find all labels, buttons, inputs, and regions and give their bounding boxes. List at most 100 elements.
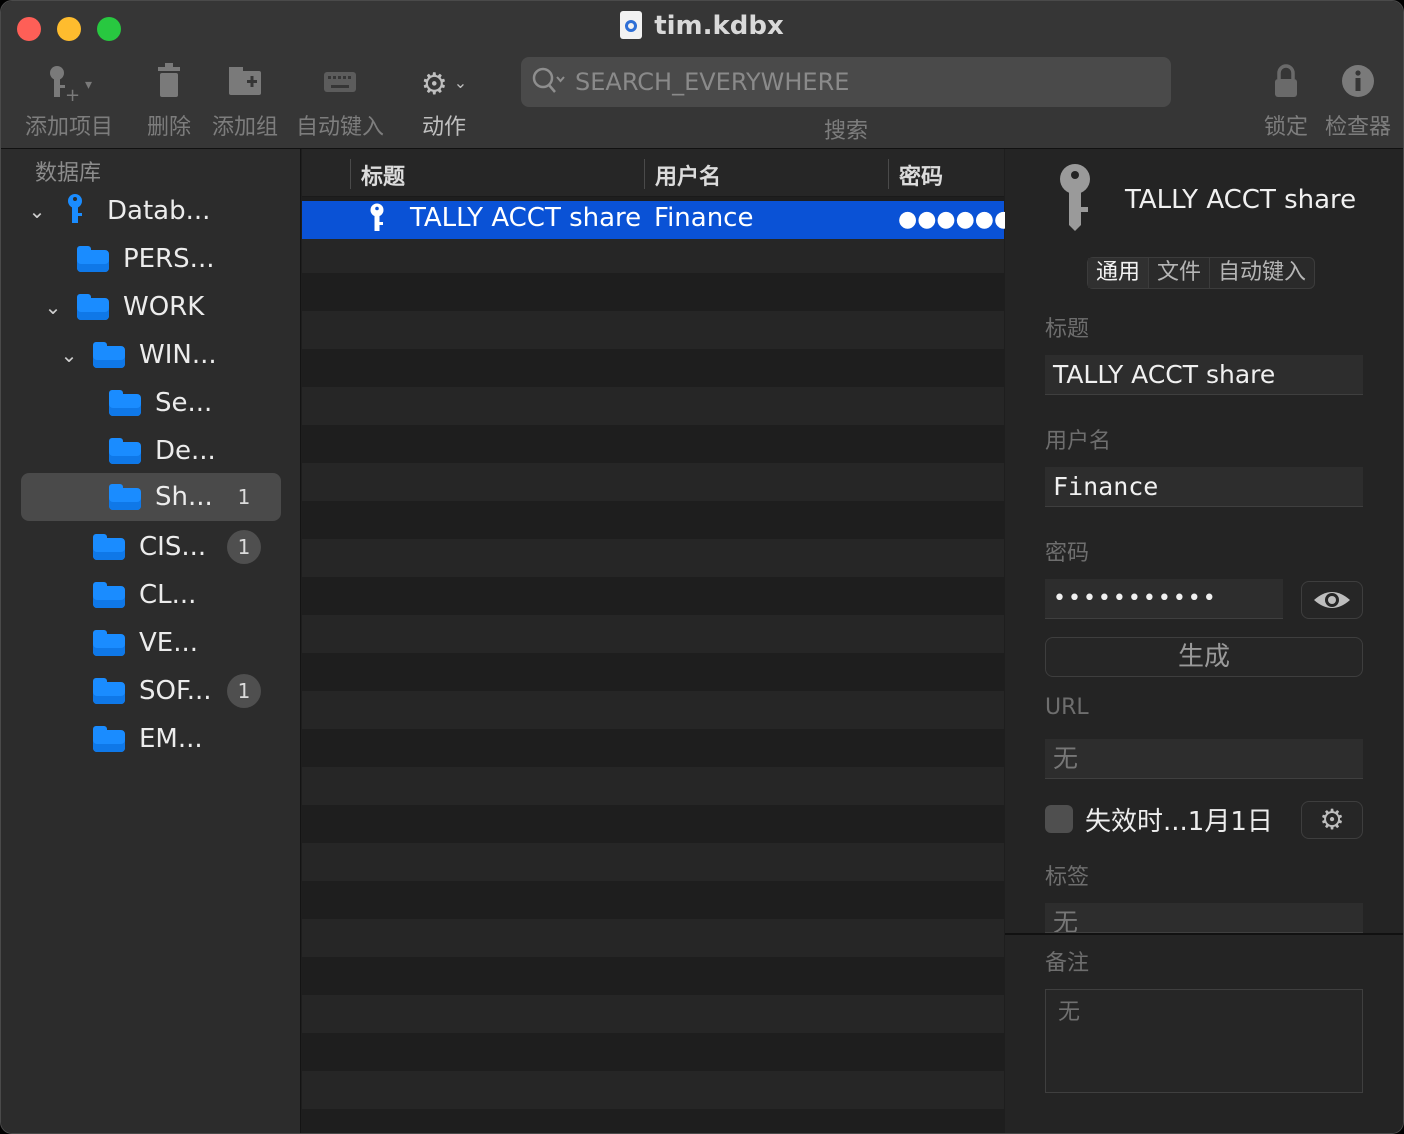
expiry-settings-button[interactable]: ⚙	[1301, 801, 1363, 839]
sidebar-group-se[interactable]: Se...	[21, 379, 281, 427]
database-key-icon	[65, 193, 85, 234]
add-entry-button[interactable]: + ▾ 添加项目	[23, 63, 115, 141]
sidebar-group-sh[interactable]: Sh... 1	[21, 473, 281, 521]
delete-button[interactable]: 删除	[141, 63, 197, 141]
app-window: tim.kdbx + ▾ 添加项目 删除 添加组 自动键入 ⚙ ⌄ 动作 SEA…	[0, 0, 1404, 1134]
group-label: VE...	[139, 628, 199, 658]
lock-button[interactable]: 锁定	[1263, 63, 1309, 141]
add-folder-icon	[209, 63, 281, 103]
gear-icon: ⚙ ⌄	[420, 67, 468, 102]
username-field[interactable]: Finance	[1045, 467, 1363, 507]
folder-icon	[109, 484, 141, 510]
chevron-down-icon[interactable]: ⌄	[25, 199, 49, 223]
group-label: CIS...	[139, 532, 207, 562]
keyboard-icon	[293, 63, 387, 103]
table-row[interactable]: TALLY ACCT share Finance ●●●●●●●	[302, 201, 1032, 242]
svg-text:+: +	[65, 85, 80, 103]
sidebar-header: 数据库	[35, 161, 102, 186]
autotype-button[interactable]: 自动键入	[293, 63, 387, 141]
search-input[interactable]	[575, 66, 1155, 98]
info-icon	[1323, 63, 1393, 103]
folder-icon	[93, 534, 125, 560]
svg-text:▾: ▾	[85, 77, 92, 93]
password-field-label: 密码	[1045, 541, 1090, 566]
sidebar-group-ve[interactable]: VE...	[21, 619, 281, 667]
group-label: SOF...	[139, 676, 212, 706]
sidebar-group-em[interactable]: EM...	[21, 715, 281, 763]
entry-title-heading: TALLY ACCT share	[1125, 185, 1357, 215]
inspector-panel: TALLY ACCT share 通用 文件 自动键入 标题 TALLY ACC…	[1005, 149, 1403, 1133]
folder-icon	[93, 726, 125, 752]
sidebar-group-de[interactable]: De...	[21, 427, 281, 475]
database-label: Datab...	[107, 196, 211, 226]
group-label: WIN...	[139, 340, 217, 370]
reveal-password-button[interactable]	[1301, 581, 1363, 619]
column-header-password[interactable]: 密码	[888, 159, 1004, 190]
lock-label: 锁定	[1263, 115, 1308, 140]
gear-icon: ⚙	[1319, 803, 1345, 836]
folder-icon	[93, 678, 125, 704]
database-root[interactable]: ⌄ Datab...	[21, 187, 281, 235]
entry-list: 标题 用户名 密码 TALLY ACCT share Finance ●●●●●…	[302, 149, 1032, 1133]
group-label: Sh...	[155, 482, 213, 512]
sidebar-group-win[interactable]: ⌄ WIN...	[21, 331, 281, 379]
search-field[interactable]	[521, 57, 1171, 107]
add-key-icon: + ▾	[23, 63, 115, 106]
entry-username-cell: Finance	[654, 203, 754, 233]
generate-password-button[interactable]: 生成	[1045, 637, 1363, 677]
list-header: 标题 用户名 密码	[302, 149, 1004, 197]
sidebar-group-pers[interactable]: PERS...	[21, 235, 281, 283]
document-icon	[620, 11, 643, 39]
sidebar-group-work[interactable]: ⌄ WORK	[21, 283, 281, 331]
autotype-label: 自动键入	[295, 115, 384, 140]
sidebar-group-cis[interactable]: CIS... 1	[21, 523, 281, 571]
list-background	[302, 197, 1004, 1133]
inspector-label: 检查器	[1324, 115, 1391, 140]
folder-icon	[77, 246, 109, 272]
password-field[interactable]: •••••••••••	[1045, 579, 1283, 619]
trash-icon	[141, 63, 197, 103]
search-label: 搜索	[823, 119, 868, 144]
username-field-label: 用户名	[1045, 429, 1112, 454]
group-label: WORK	[123, 292, 205, 322]
lock-icon	[1263, 63, 1309, 103]
eye-icon	[1312, 592, 1352, 622]
tab-general[interactable]: 通用	[1088, 258, 1150, 288]
title-field-label: 标题	[1045, 317, 1090, 342]
add-group-button[interactable]: 添加组	[209, 63, 281, 141]
tab-autotype[interactable]: 自动键入	[1210, 258, 1314, 288]
group-label: CL...	[139, 580, 197, 610]
chevron-down-icon: ⌄	[453, 73, 468, 92]
tags-field[interactable]: 无	[1045, 903, 1363, 933]
sidebar-group-cl[interactable]: CL...	[21, 571, 281, 619]
entry-count-badge: 1	[237, 485, 251, 509]
window-title-text: tim.kdbx	[654, 11, 784, 41]
inspector-toggle-button[interactable]: 检查器	[1323, 63, 1393, 141]
title-field[interactable]: TALLY ACCT share	[1045, 355, 1363, 395]
chevron-down-icon[interactable]: ⌄	[57, 343, 81, 367]
group-label: De...	[155, 436, 216, 466]
tags-field-label: 标签	[1045, 865, 1090, 890]
toolbar: tim.kdbx + ▾ 添加项目 删除 添加组 自动键入 ⚙ ⌄ 动作 SEA…	[1, 1, 1403, 149]
expiry-checkbox[interactable]	[1045, 805, 1073, 833]
notes-field[interactable]: 无	[1045, 989, 1363, 1093]
chevron-down-icon[interactable]: ⌄	[41, 295, 65, 319]
group-label: EM...	[139, 724, 203, 754]
sidebar-group-sof[interactable]: SOF... 1	[21, 667, 281, 715]
delete-label: 删除	[146, 115, 191, 140]
search-icon	[531, 65, 567, 103]
column-header-title[interactable]: 标题	[350, 159, 644, 190]
add-group-label: 添加组	[211, 115, 278, 140]
window-title: tim.kdbx	[1, 11, 1403, 41]
expiry-label: 失效时...1月1日	[1085, 807, 1273, 837]
panel-divider	[1005, 933, 1403, 935]
folder-icon	[109, 390, 141, 416]
action-menu-button[interactable]: ⚙ ⌄ 动作	[411, 63, 477, 141]
tab-files[interactable]: 文件	[1149, 258, 1211, 288]
key-icon	[368, 203, 386, 242]
entry-key-icon	[1055, 163, 1099, 233]
inspector-tabs: 通用 文件 自动键入	[1087, 257, 1316, 289]
url-field[interactable]: 无	[1045, 739, 1363, 779]
column-header-username[interactable]: 用户名	[644, 159, 888, 190]
group-label: PERS...	[123, 244, 215, 274]
